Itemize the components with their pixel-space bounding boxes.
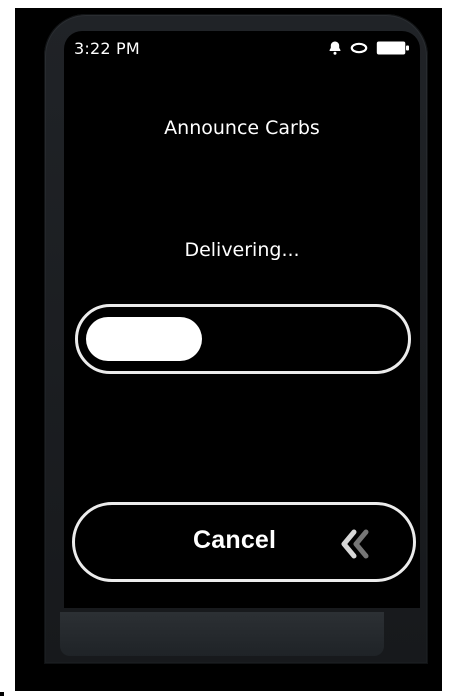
cancel-button[interactable]: Cancel	[72, 502, 416, 582]
corner-mark	[0, 692, 4, 696]
status-bar: 3:22 PM	[64, 31, 420, 65]
app-screenshot: 3:22 PM Announce Carbs Delivering... Can…	[0, 0, 460, 700]
device-bottom-base	[60, 612, 384, 656]
battery-icon	[376, 40, 410, 56]
double-chevron-left-icon	[337, 524, 377, 564]
cancel-button-label: Cancel	[193, 526, 277, 554]
screen-title: Announce Carbs	[164, 117, 320, 139]
delivery-status-text: Delivering...	[184, 239, 300, 261]
device-screen: 3:22 PM Announce Carbs Delivering... Can…	[64, 31, 420, 608]
bell-icon	[328, 40, 342, 56]
delivery-progress-bar	[75, 304, 411, 374]
delivery-progress-fill	[86, 317, 203, 361]
status-icons	[328, 40, 410, 56]
pod-icon	[350, 42, 368, 54]
status-time: 3:22 PM	[74, 39, 140, 58]
